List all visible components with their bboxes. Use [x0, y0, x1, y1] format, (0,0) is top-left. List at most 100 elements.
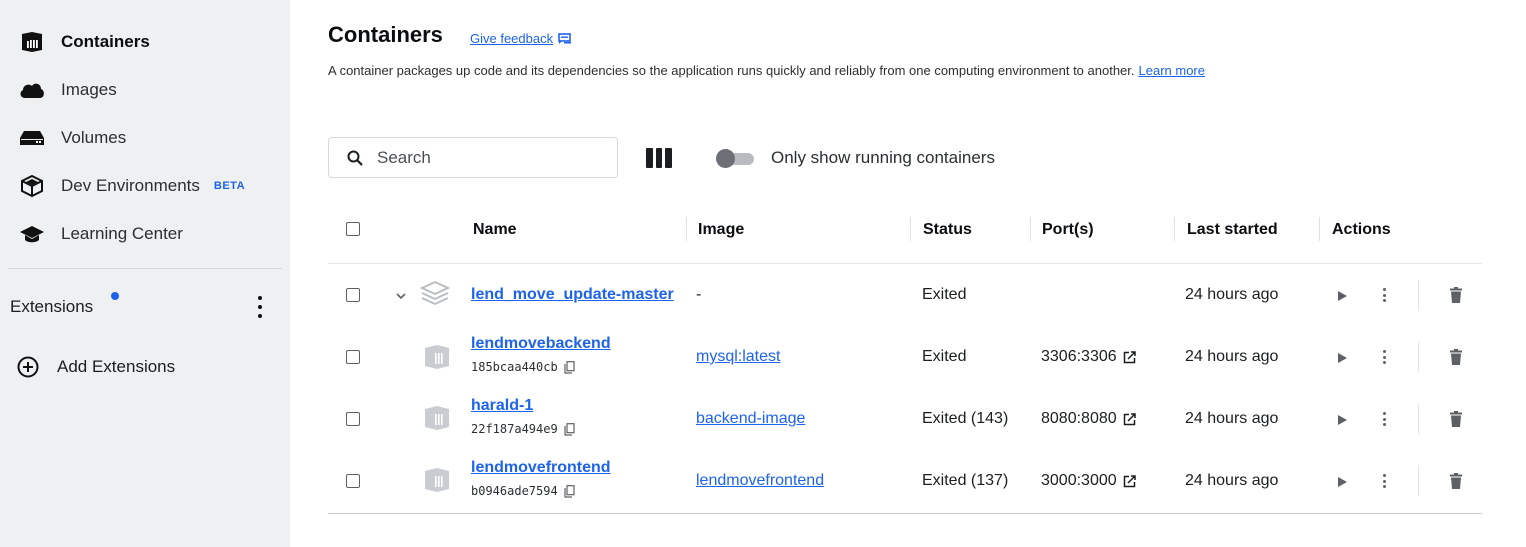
trash-icon[interactable]	[1449, 349, 1463, 365]
feedback-icon	[558, 32, 572, 44]
row-checkbox[interactable]	[346, 412, 360, 426]
play-icon[interactable]	[1336, 414, 1348, 426]
column-separator	[1174, 217, 1175, 241]
column-separator	[686, 217, 687, 241]
chevron-down-icon[interactable]	[396, 292, 406, 300]
more-actions-button[interactable]	[1381, 412, 1387, 426]
container-id: 22f187a494e9	[471, 422, 575, 436]
image-link[interactable]: lendmovefrontend	[696, 472, 824, 490]
play-icon[interactable]	[1336, 476, 1348, 488]
stack-icon	[420, 281, 450, 305]
actions-separator	[1418, 404, 1419, 434]
cloud-icon	[18, 76, 46, 104]
status-cell: Exited	[922, 348, 967, 365]
trash-icon[interactable]	[1449, 287, 1463, 303]
port-link[interactable]: 3306:3306	[1041, 348, 1136, 366]
external-link-icon	[1123, 350, 1136, 363]
play-icon[interactable]	[1336, 352, 1348, 364]
column-settings-button[interactable]	[646, 148, 673, 168]
image-link[interactable]: mysql:latest	[696, 348, 780, 366]
header-divider	[328, 263, 1482, 264]
app-window: Containers Images Volumes Dev Environmen…	[0, 0, 1526, 547]
status-cell: Exited (137)	[922, 472, 1009, 489]
column-header-image[interactable]: Image	[698, 219, 744, 241]
row-checkbox[interactable]	[346, 288, 360, 302]
search-box[interactable]	[328, 137, 618, 178]
more-actions-button[interactable]	[1381, 288, 1387, 302]
row-checkbox[interactable]	[346, 474, 360, 488]
sidebar: Containers Images Volumes Dev Environmen…	[0, 0, 290, 547]
sidebar-item-dev-environments[interactable]: Dev Environments BETA	[18, 171, 245, 201]
add-extensions-button[interactable]: Add Extensions	[14, 352, 175, 382]
extensions-header: Extensions	[10, 292, 270, 322]
containers-icon	[18, 28, 46, 56]
beta-badge: BETA	[213, 180, 246, 192]
notification-dot	[111, 292, 119, 300]
search-icon	[347, 150, 363, 166]
external-link-icon	[1123, 474, 1136, 487]
more-actions-button[interactable]	[1381, 350, 1387, 364]
last-started-cell: 24 hours ago	[1185, 410, 1279, 427]
column-header-status[interactable]: Status	[923, 219, 972, 241]
status-cell: Exited (143)	[922, 410, 1009, 427]
sidebar-item-learning-center[interactable]: Learning Center	[18, 219, 183, 249]
column-header-name[interactable]: Name	[473, 219, 517, 241]
copy-icon[interactable]	[564, 360, 575, 374]
sidebar-item-label: Volumes	[61, 128, 127, 147]
container-icon	[425, 345, 449, 369]
drive-icon	[18, 124, 46, 152]
container-name-link[interactable]: lendmovefrontend	[471, 459, 611, 477]
port-link[interactable]: 8080:8080	[1041, 410, 1136, 428]
image-cell: -	[696, 286, 702, 303]
sidebar-item-containers[interactable]: Containers	[18, 27, 150, 57]
column-header-last-started[interactable]: Last started	[1187, 219, 1278, 241]
container-id-text: 22f187a494e9	[471, 422, 558, 436]
column-separator	[1319, 217, 1320, 241]
give-feedback-link[interactable]: Give feedback	[470, 31, 572, 46]
port-text: 3306:3306	[1041, 348, 1117, 365]
column-separator	[1030, 217, 1031, 241]
sidebar-item-images[interactable]: Images	[18, 75, 117, 105]
description-text: A container packages up code and its dep…	[328, 63, 1135, 78]
column-separator	[910, 217, 911, 241]
container-id-text: 185bcaa440cb	[471, 360, 558, 374]
container-name-link[interactable]: lendmovebackend	[471, 335, 611, 353]
port-link[interactable]: 3000:3000	[1041, 472, 1136, 490]
running-only-toggle[interactable]	[716, 149, 754, 168]
sidebar-item-label: Images	[61, 80, 117, 99]
sidebar-item-label: Learning Center	[61, 224, 183, 243]
container-name-link[interactable]: harald-1	[471, 397, 533, 415]
actions-separator	[1418, 342, 1419, 372]
copy-icon[interactable]	[564, 484, 575, 498]
search-input[interactable]	[377, 147, 577, 168]
port-text: 8080:8080	[1041, 410, 1117, 427]
plus-circle-icon	[14, 356, 42, 378]
container-icon	[425, 468, 449, 492]
trash-icon[interactable]	[1449, 473, 1463, 489]
container-id: b0946ade7594	[471, 484, 575, 498]
cube-icon	[18, 172, 46, 200]
image-link[interactable]: backend-image	[696, 410, 805, 428]
container-icon	[425, 406, 449, 430]
sidebar-item-volumes[interactable]: Volumes	[18, 123, 126, 153]
page-description: A container packages up code and its dep…	[328, 63, 1205, 78]
main-content: Containers Give feedback A container pac…	[290, 0, 1526, 547]
select-all-checkbox[interactable]	[346, 222, 360, 236]
row-checkbox[interactable]	[346, 350, 360, 364]
give-feedback-label: Give feedback	[470, 31, 554, 46]
trash-icon[interactable]	[1449, 411, 1463, 427]
learn-more-link[interactable]: Learn more	[1139, 63, 1205, 78]
copy-icon[interactable]	[564, 422, 575, 436]
extensions-menu-button[interactable]	[250, 296, 270, 318]
more-actions-button[interactable]	[1381, 474, 1387, 488]
container-name-link[interactable]: lend_move_update-master	[471, 286, 674, 304]
column-header-ports[interactable]: Port(s)	[1042, 219, 1094, 241]
container-id-text: b0946ade7594	[471, 484, 558, 498]
sidebar-divider	[8, 268, 282, 269]
last-started-cell: 24 hours ago	[1185, 348, 1279, 365]
container-id: 185bcaa440cb	[471, 360, 575, 374]
external-link-icon	[1123, 412, 1136, 425]
port-text: 3000:3000	[1041, 472, 1117, 489]
toggle-label: Only show running containers	[771, 148, 995, 167]
play-icon[interactable]	[1336, 290, 1348, 302]
